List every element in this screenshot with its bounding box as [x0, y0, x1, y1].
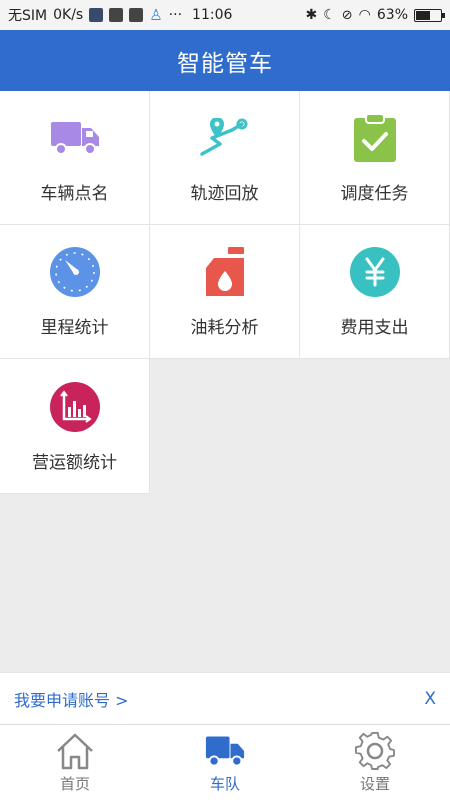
truck-icon: [205, 731, 245, 771]
menu-item-fuel-analysis[interactable]: 油耗分析: [150, 225, 300, 359]
tab-settings[interactable]: 设置: [300, 725, 450, 800]
network-speed: 0K/s: [53, 7, 84, 23]
menu-item-label: 轨迹回放: [190, 184, 259, 204]
menu-item-label: 油耗分析: [190, 318, 259, 338]
gear-icon: [355, 731, 395, 771]
bottom-tab-bar: 首页 车队 设置: [0, 724, 450, 800]
tab-label: 首页: [59, 775, 90, 793]
menu-item-vehicle-rollcall[interactable]: 车辆点名: [0, 91, 150, 225]
menu-item-label: 营运额统计: [32, 452, 117, 473]
battery-icon: [414, 8, 445, 22]
tab-home[interactable]: 首页: [0, 725, 150, 800]
apply-account-bar: 我要申请账号 > X: [0, 672, 450, 724]
more-dots: ···: [168, 7, 183, 23]
menu-item-label: 里程统计: [40, 318, 109, 338]
tab-fleet[interactable]: 车队: [150, 725, 300, 800]
app-notification-icon: [89, 8, 104, 22]
moon-icon: ☾: [323, 7, 336, 23]
menu-item-mileage-stats[interactable]: 里程统计: [0, 225, 150, 359]
qq-icon: ♙: [149, 6, 163, 24]
yen-icon: [348, 245, 402, 299]
close-button[interactable]: X: [424, 689, 436, 709]
home-icon: [55, 731, 95, 771]
wifi-icon: ◠: [358, 7, 371, 23]
menu-item-expense[interactable]: 费用支出: [300, 225, 450, 359]
status-right: ✱ ☾ ⊘ ◠ 63%: [305, 7, 445, 23]
carrier-text: 无SIM: [8, 8, 48, 24]
bluetooth-icon: ✱: [305, 7, 318, 23]
clock: 11:06: [192, 7, 233, 23]
tab-label: 设置: [359, 775, 390, 793]
menu-item-label: 车辆点名: [40, 184, 109, 204]
menu-item-dispatch-task[interactable]: 调度任务: [300, 91, 450, 225]
truck-icon: [48, 111, 102, 165]
status-bar: 无SIM 0K/s ♙ ··· 11:06 ✱ ☾ ⊘ ◠ 63%: [0, 0, 450, 30]
feature-grid: 车辆点名 轨迹回放 调度任务 里程统计 油耗分析 费用支出 营运额统计: [0, 91, 450, 494]
mute-icon: ⊘: [341, 7, 353, 23]
mail-icon: [129, 8, 144, 22]
menu-item-track-playback[interactable]: 轨迹回放: [150, 91, 300, 225]
download-icon: [109, 8, 124, 22]
tab-label: 车队: [209, 775, 240, 793]
compass-icon: [48, 245, 102, 299]
chart-icon: [48, 380, 102, 434]
battery-percent: 63%: [376, 7, 408, 23]
status-left: 无SIM 0K/s ♙ ··· 11:06: [8, 5, 232, 25]
apply-account-link[interactable]: 我要申请账号 >: [14, 687, 129, 711]
app-header: 智能管车: [0, 30, 450, 91]
clipboard-check-icon: [348, 111, 402, 165]
menu-item-label: 费用支出: [340, 318, 409, 338]
menu-item-label: 调度任务: [340, 184, 409, 204]
page-title: 智能管车: [177, 50, 273, 77]
fuel-can-icon: [198, 245, 252, 299]
route-icon: [198, 111, 252, 165]
menu-item-revenue-stats[interactable]: 营运额统计: [0, 359, 150, 494]
